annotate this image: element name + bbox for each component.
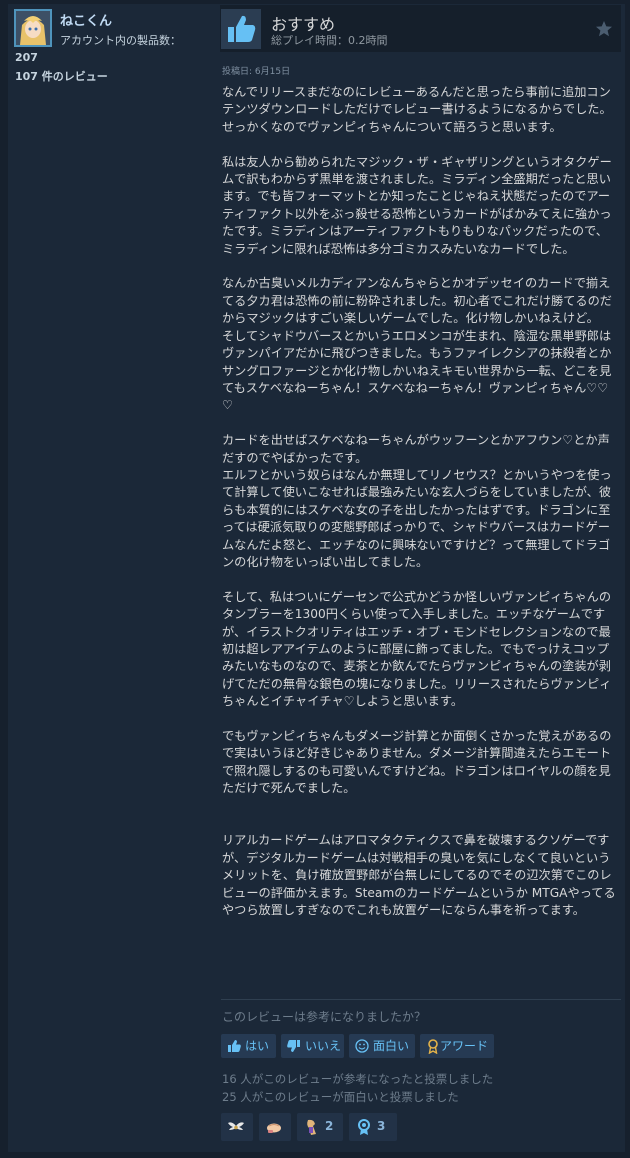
- award-hand[interactable]: [259, 1113, 291, 1141]
- helpful-count: 16 人がこのレビューが参考になったと投票しました: [222, 1072, 494, 1086]
- award-figure-count: 2: [325, 1119, 334, 1133]
- review-count-link[interactable]: 107 件のレビュー: [15, 68, 108, 84]
- award-medal[interactable]: 3: [349, 1113, 397, 1141]
- thumbs-up-icon: [221, 9, 261, 49]
- award-medal-count: 3: [377, 1119, 386, 1133]
- owned-products-count[interactable]: 207: [15, 51, 38, 64]
- avatar[interactable]: [14, 9, 52, 47]
- vote-yes-label: はい: [245, 1039, 270, 1053]
- playtime: 総プレイ時間：0.2時間: [271, 34, 388, 47]
- award-label: アワード: [440, 1039, 489, 1053]
- author-name[interactable]: ねこくん: [60, 10, 112, 29]
- award-wings[interactable]: [221, 1113, 253, 1141]
- vote-no-label: いいえ: [305, 1039, 342, 1053]
- vote-no-button[interactable]: いいえ: [281, 1034, 344, 1058]
- thumbs-up-icon: [228, 1040, 241, 1052]
- divider: [221, 999, 621, 1000]
- star-icon[interactable]: [595, 20, 613, 38]
- hand-icon: [267, 1123, 281, 1133]
- figure-icon: [307, 1119, 316, 1135]
- wings-icon: [228, 1122, 244, 1130]
- vote-funny-label: 面白い: [373, 1039, 410, 1053]
- vote-funny-button[interactable]: 面白い: [349, 1034, 415, 1058]
- award-figure[interactable]: 2: [297, 1113, 343, 1141]
- award-button[interactable]: アワード: [420, 1034, 494, 1058]
- posted-date: 投稿日: 6月15日: [222, 67, 291, 77]
- review-body: なんでリリースまだなのにレビューあるんだと思ったら事前に追加コンテンツダウンロー…: [222, 85, 616, 918]
- avatar-image: [16, 11, 50, 45]
- smiley-icon: [355, 1039, 369, 1053]
- helpful-question: このレビューは参考になりましたか？: [222, 1010, 427, 1024]
- review-header: おすすめ 総プレイ時間：0.2時間: [220, 5, 621, 52]
- thumbs-up-box[interactable]: [221, 9, 261, 49]
- award-icon: [428, 1039, 438, 1054]
- funny-count: 25 人がこのレビューが面白いと投票しました: [222, 1090, 459, 1104]
- vote-yes-button[interactable]: はい: [221, 1034, 276, 1058]
- owned-products-label[interactable]: アカウント内の製品数：: [60, 32, 181, 48]
- thumbs-down-icon: [287, 1040, 300, 1052]
- medal-icon: [358, 1119, 370, 1135]
